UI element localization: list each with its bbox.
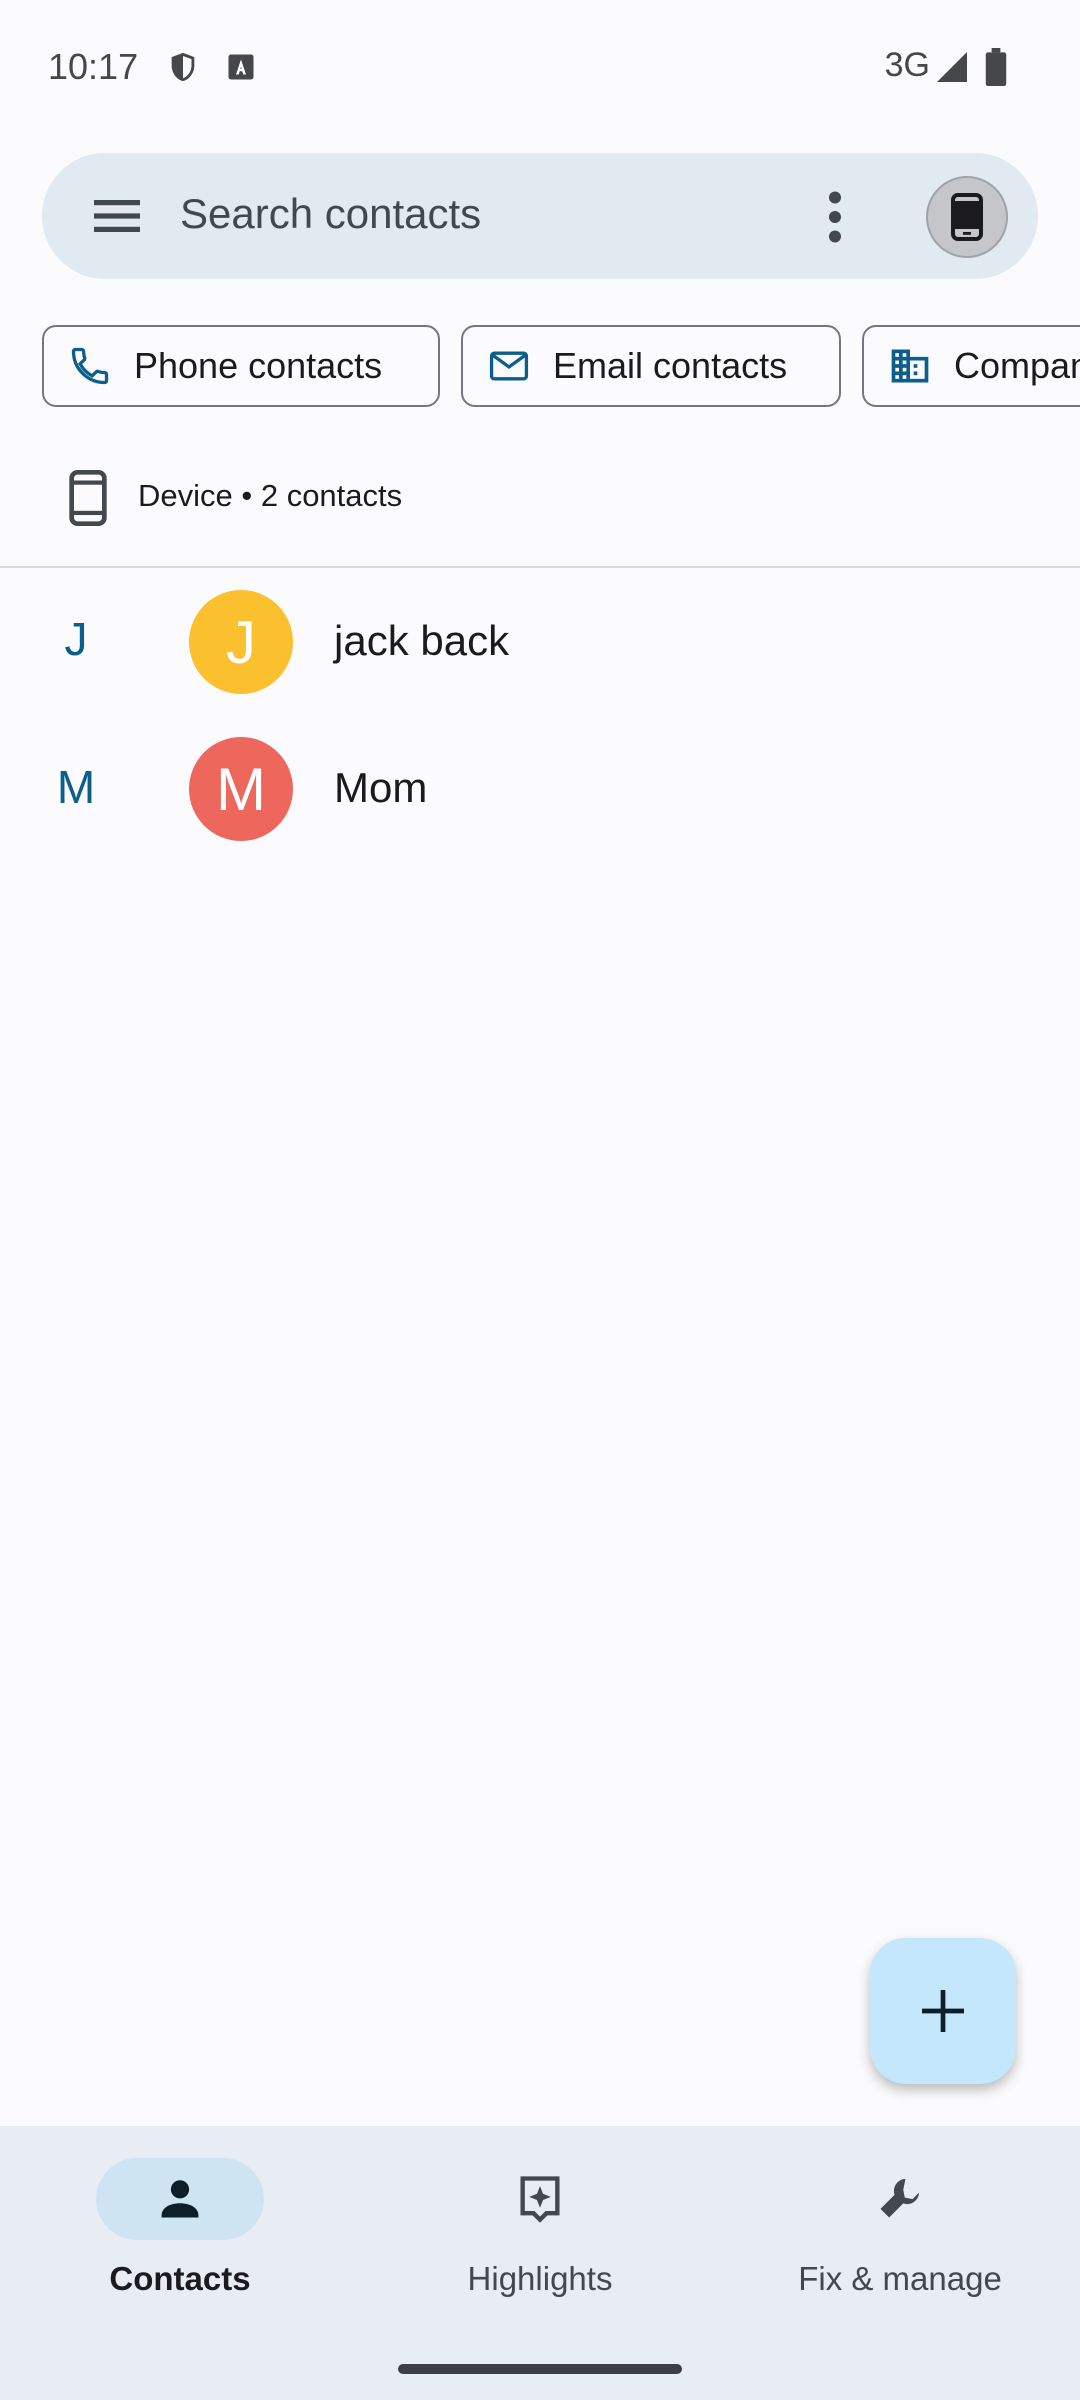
home-indicator[interactable] — [398, 2364, 682, 2374]
device-phone-icon — [951, 193, 983, 241]
signal-icon — [934, 48, 970, 86]
nav-label: Highlights — [467, 2260, 613, 2297]
more-vert-icon[interactable] — [820, 190, 850, 244]
phone-icon — [71, 347, 109, 385]
chip-email-contacts[interactable]: Email contacts — [461, 325, 841, 407]
chip-phone-contacts[interactable]: Phone contacts — [42, 325, 440, 407]
add-contact-button[interactable] — [870, 1938, 1016, 2084]
add-icon — [922, 1990, 964, 2032]
nav-fix-manage[interactable]: Fix & manage — [720, 2150, 1080, 2320]
shield-icon — [166, 48, 200, 86]
status-time: 10:17 — [48, 46, 139, 87]
contact-name-mom[interactable]: Mom — [334, 764, 427, 812]
section-letter-j: J — [64, 613, 88, 665]
nav-label: Fix & manage — [798, 2260, 1002, 2297]
business-icon — [891, 349, 929, 383]
chip-label: Email contacts — [553, 345, 788, 386]
chip-label: Phone contacts — [134, 345, 383, 386]
device-phone-icon — [66, 470, 110, 526]
chip-label: Companies — [954, 345, 1080, 386]
avatar: J — [189, 590, 293, 694]
section-letter-m: M — [56, 761, 96, 813]
chip-companies[interactable]: Companies — [862, 325, 1080, 407]
wrench-icon — [880, 2178, 920, 2218]
mail-icon — [489, 351, 529, 381]
keyboard-a-icon — [226, 48, 256, 86]
battery-icon — [984, 48, 1008, 86]
avatar: M — [189, 737, 293, 841]
nav-highlights[interactable]: Highlights — [360, 2150, 720, 2320]
divider — [0, 566, 1080, 568]
menu-icon[interactable] — [90, 192, 144, 240]
network-type: 3G — [884, 46, 930, 84]
search-input[interactable]: Search contacts — [180, 190, 481, 238]
nav-label: Contacts — [109, 2260, 251, 2297]
person-icon — [161, 2180, 199, 2218]
account-switcher[interactable] — [926, 176, 1008, 258]
highlights-icon — [520, 2176, 560, 2223]
account-label: Device • 2 contacts — [138, 478, 403, 513]
contact-name-jack-back[interactable]: jack back — [334, 617, 509, 665]
nav-contacts[interactable]: Contacts — [0, 2150, 360, 2320]
